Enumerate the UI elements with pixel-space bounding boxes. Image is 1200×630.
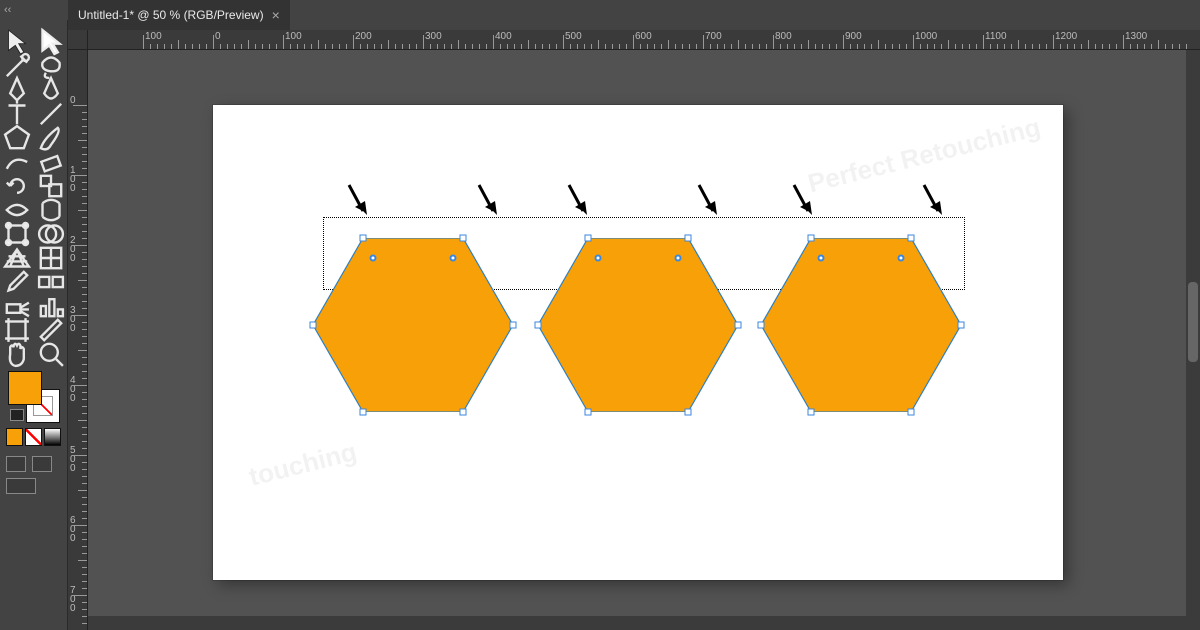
watermark-text: touching [246, 436, 360, 493]
annotation-arrow-icon [788, 183, 818, 223]
selection-handle[interactable] [535, 322, 542, 329]
anchor-point[interactable] [898, 255, 905, 262]
collapse-panel-button[interactable]: ‹‹ [0, 0, 68, 20]
annotation-arrow-icon [918, 183, 948, 223]
document-tab-title: Untitled-1* @ 50 % (RGB/Preview) [78, 8, 264, 22]
color-swatch-area [0, 366, 67, 508]
anchor-point[interactable] [818, 255, 825, 262]
ruler-vertical[interactable]: 0100200300400500600700 [68, 50, 88, 630]
selection-handle[interactable] [585, 409, 592, 416]
document-area: Untitled-1* @ 50 % (RGB/Preview) × 10001… [68, 0, 1200, 630]
ruler-horizontal[interactable]: 1000100200300400500600700800900100011001… [88, 30, 1200, 50]
tools-panel: ‹‹ [0, 0, 68, 630]
artboard[interactable]: Perfect Retouching touching [213, 105, 1063, 580]
color-mode-solid[interactable] [6, 428, 23, 446]
selection-handle[interactable] [460, 409, 467, 416]
color-mode-none[interactable] [25, 428, 42, 446]
selection-handle[interactable] [585, 235, 592, 242]
annotation-arrow-icon [563, 183, 593, 223]
selection-handle[interactable] [758, 322, 765, 329]
selection-handle[interactable] [685, 235, 692, 242]
ruler-origin[interactable] [68, 30, 88, 50]
vertical-scrollbar[interactable] [1186, 50, 1200, 630]
selection-handle[interactable] [908, 409, 915, 416]
anchor-point[interactable] [595, 255, 602, 262]
selection-handle[interactable] [735, 322, 742, 329]
close-icon[interactable]: × [272, 7, 280, 23]
document-tab[interactable]: Untitled-1* @ 50 % (RGB/Preview) × [68, 0, 290, 30]
anchor-point[interactable] [370, 255, 377, 262]
draw-normal-icon[interactable] [6, 456, 26, 472]
selection-handle[interactable] [685, 409, 692, 416]
horizontal-scrollbar[interactable] [88, 616, 1186, 630]
annotation-arrow-icon [693, 183, 723, 223]
selection-handle[interactable] [908, 235, 915, 242]
zoom-tool[interactable] [34, 342, 68, 366]
selection-handle[interactable] [510, 322, 517, 329]
canvas-viewport[interactable]: Perfect Retouching touching [88, 50, 1200, 630]
selection-handle[interactable] [360, 235, 367, 242]
selection-handle[interactable] [360, 409, 367, 416]
color-mode-gradient[interactable] [44, 428, 61, 446]
hexagon-shape[interactable] [761, 238, 961, 412]
tab-bar: Untitled-1* @ 50 % (RGB/Preview) × [68, 0, 1200, 30]
selection-handle[interactable] [310, 322, 317, 329]
screen-mode-button[interactable] [6, 478, 36, 494]
swap-colors-icon[interactable] [10, 409, 24, 421]
selection-handle[interactable] [808, 235, 815, 242]
selection-handle[interactable] [808, 409, 815, 416]
draw-behind-icon[interactable] [32, 456, 52, 472]
annotation-arrow-icon [473, 183, 503, 223]
fill-color-swatch[interactable] [8, 371, 42, 405]
anchor-point[interactable] [675, 255, 682, 262]
selection-handle[interactable] [958, 322, 965, 329]
anchor-point[interactable] [450, 255, 457, 262]
annotation-arrow-icon [343, 183, 373, 223]
hand-tool[interactable] [0, 342, 34, 366]
hexagon-shape[interactable] [538, 238, 738, 412]
hexagon-shape[interactable] [313, 238, 513, 412]
selection-handle[interactable] [460, 235, 467, 242]
